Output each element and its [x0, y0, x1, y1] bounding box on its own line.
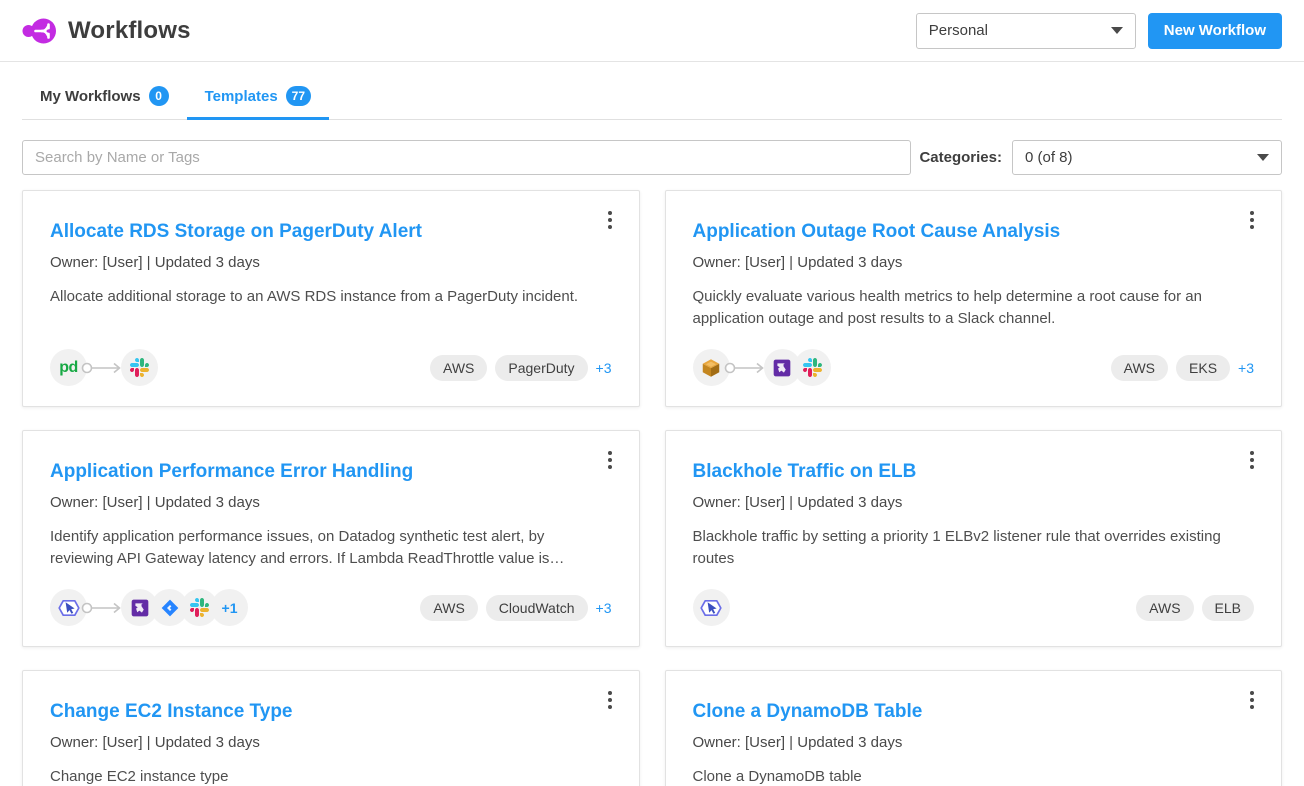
workflow-card: Allocate RDS Storage on PagerDuty Alert …: [22, 190, 640, 407]
slack-icon: [794, 349, 831, 386]
workflow-description: Blackhole traffic by setting a priority …: [693, 526, 1255, 570]
brand: Workflows: [22, 16, 191, 46]
tab-my-workflows-label: My Workflows: [40, 88, 141, 105]
workflow-card: Clone a DynamoDB Table Owner: [User] | U…: [665, 670, 1283, 786]
workflow-description: Identify application performance issues,…: [50, 526, 612, 570]
more-icons-badge[interactable]: +1: [211, 589, 248, 626]
card-menu-button[interactable]: [1241, 687, 1263, 713]
tab-templates[interactable]: Templates 77: [187, 78, 329, 120]
card-menu-button[interactable]: [599, 687, 621, 713]
workflows-logo-icon: [22, 16, 58, 46]
workflow-meta: Owner: [User] | Updated 3 days: [693, 734, 1255, 751]
new-workflow-button[interactable]: New Workflow: [1148, 13, 1282, 49]
tag-pill: AWS: [430, 355, 487, 381]
workflow-meta: Owner: [User] | Updated 3 days: [693, 494, 1255, 511]
trigger-hexagon-icon: [693, 589, 730, 626]
tag-pill: AWS: [420, 595, 477, 621]
workflow-card: Application Outage Root Cause Analysis O…: [665, 190, 1283, 407]
arrow-connector-icon: [724, 361, 766, 375]
tag-pill: PagerDuty: [495, 355, 587, 381]
workspace-selector[interactable]: Personal: [916, 13, 1136, 49]
arrow-connector-icon: [81, 361, 123, 375]
tab-my-workflows[interactable]: My Workflows 0: [22, 78, 187, 120]
arrow-connector-icon: [81, 601, 123, 615]
workflow-description: Allocate additional storage to an AWS RD…: [50, 286, 612, 308]
tab-templates-badge: 77: [286, 86, 311, 106]
workflow-card: Application Performance Error Handling O…: [22, 430, 640, 647]
workflow-description: Change EC2 instance type: [50, 766, 612, 786]
card-menu-button[interactable]: [1241, 447, 1263, 473]
tag-pill: EKS: [1176, 355, 1230, 381]
page-title: Workflows: [68, 17, 191, 45]
categories-label: Categories:: [919, 149, 1002, 166]
tab-templates-label: Templates: [205, 88, 278, 105]
workflow-description: Clone a DynamoDB table: [693, 766, 1255, 786]
workflow-title-link[interactable]: Application Performance Error Handling: [50, 461, 612, 483]
card-menu-button[interactable]: [599, 447, 621, 473]
workspace-selector-value: Personal: [929, 22, 988, 39]
chevron-down-icon: [1111, 27, 1123, 34]
more-tags-link[interactable]: +3: [596, 600, 612, 616]
search-input[interactable]: [22, 140, 911, 175]
app-header: Workflows Personal New Workflow: [0, 0, 1304, 62]
workflow-title-link[interactable]: Blackhole Traffic on ELB: [693, 461, 1255, 483]
chevron-down-icon: [1257, 154, 1269, 161]
card-menu-button[interactable]: [1241, 207, 1263, 233]
card-menu-button[interactable]: [599, 207, 621, 233]
workflow-meta: Owner: [User] | Updated 3 days: [50, 494, 612, 511]
workflow-card: Change EC2 Instance Type Owner: [User] |…: [22, 670, 640, 786]
workflow-title-link[interactable]: Change EC2 Instance Type: [50, 701, 612, 723]
workflow-meta: Owner: [User] | Updated 3 days: [50, 734, 612, 751]
workflow-description: Quickly evaluate various health metrics …: [693, 286, 1255, 330]
workflow-card: Blackhole Traffic on ELB Owner: [User] |…: [665, 430, 1283, 647]
workflow-title-link[interactable]: Allocate RDS Storage on PagerDuty Alert: [50, 221, 612, 243]
more-tags-link[interactable]: +3: [596, 360, 612, 376]
tab-bar: My Workflows 0 Templates 77: [22, 78, 1282, 120]
tag-pill: ELB: [1202, 595, 1254, 621]
tag-pill: CloudWatch: [486, 595, 588, 621]
workflow-title-link[interactable]: Clone a DynamoDB Table: [693, 701, 1255, 723]
tag-pill: AWS: [1136, 595, 1193, 621]
more-tags-link[interactable]: +3: [1238, 360, 1254, 376]
filter-row: Categories: 0 (of 8): [22, 140, 1282, 175]
tab-my-workflows-badge: 0: [149, 86, 169, 106]
workflow-grid: Allocate RDS Storage on PagerDuty Alert …: [22, 190, 1282, 786]
workflow-meta: Owner: [User] | Updated 3 days: [50, 254, 612, 271]
workflow-title-link[interactable]: Application Outage Root Cause Analysis: [693, 221, 1255, 243]
tag-pill: AWS: [1111, 355, 1168, 381]
categories-selector-value: 0 (of 8): [1025, 149, 1073, 166]
slack-icon: [121, 349, 158, 386]
workflow-meta: Owner: [User] | Updated 3 days: [693, 254, 1255, 271]
categories-selector[interactable]: 0 (of 8): [1012, 140, 1282, 175]
